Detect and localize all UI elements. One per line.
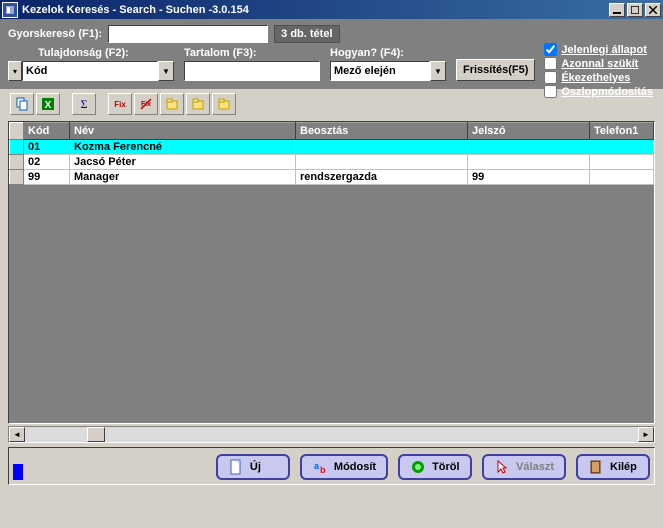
cell[interactable]: Manager [70,170,296,185]
cell[interactable] [468,155,590,170]
table-row[interactable]: 99Managerrendszergazda99 [10,170,654,185]
cell[interactable] [590,170,654,185]
chevron-down-icon[interactable]: ▼ [430,61,446,81]
cell[interactable] [468,140,590,155]
document-icon [228,459,244,475]
scroll-left-icon[interactable]: ◄ [9,427,25,442]
horizontal-scrollbar[interactable]: ◄ ► [8,426,655,443]
edit-icon: ab [312,459,328,475]
header-jelszo[interactable]: Jelszó [468,123,590,140]
cell[interactable]: 99 [24,170,70,185]
minimize-button[interactable] [609,3,625,17]
tulajdonsag-label: Tulajdonság (F2): [38,47,174,59]
delete-icon [410,459,426,475]
header-nev[interactable]: Név [70,123,296,140]
folder3-button[interactable] [212,93,236,115]
unfix-button[interactable]: Fix [134,93,158,115]
cell[interactable]: 99 [468,170,590,185]
tulajdonsag-input[interactable] [22,61,158,81]
chevron-down-icon[interactable]: ▼ [158,61,174,81]
tulajdonsag-combo[interactable]: ▾ ▼ [8,61,174,81]
quicksearch-input[interactable] [108,25,268,43]
svg-text:b: b [320,465,326,475]
combo-prev-icon[interactable]: ▾ [8,61,22,81]
copy-button[interactable] [10,93,34,115]
svg-text:Fix: Fix [114,100,126,109]
oszlop-checkbox[interactable]: Oszlopmódosítás [544,85,653,98]
scroll-track[interactable] [25,427,638,442]
refresh-button[interactable]: Frissítés(F5) [456,59,535,81]
row-header[interactable] [10,140,24,155]
modify-button[interactable]: ab Módosít [300,454,388,480]
window-title: Kezelok Keresés - Search - Suchen -3.0.1… [22,4,249,16]
record-count: 3 db. tétel [274,25,339,43]
cell[interactable]: 01 [24,140,70,155]
table-row[interactable]: 02Jacsó Péter [10,155,654,170]
excel-button[interactable]: X [36,93,60,115]
tartalom-label: Tartalom (F3): [184,47,320,59]
progress-indicator [13,464,23,480]
ekezet-checkbox[interactable]: Ékezethelyes [544,71,653,84]
app-icon [2,2,18,18]
filter-bar: Gyorskeresö (F1): 3 db. tétel Tulajdonsá… [0,19,663,89]
hogyan-label: Hogyan? (F4): [330,47,446,59]
cell[interactable] [590,140,654,155]
cell[interactable]: Kozma Ferencné [70,140,296,155]
scroll-thumb[interactable] [87,427,105,442]
button-bar: Új ab Módosít Töröl Választ Kilép [8,447,655,485]
maximize-button[interactable] [627,3,643,17]
jelenlegi-checkbox[interactable]: Jelenlegi állapot [544,43,653,56]
close-button[interactable] [645,3,661,17]
cell[interactable] [296,155,468,170]
header-beosztas[interactable]: Beosztás [296,123,468,140]
header-telefon1[interactable]: Telefon1 [590,123,654,140]
header-kod[interactable]: Kód [24,123,70,140]
cell[interactable]: Jacsó Péter [70,155,296,170]
row-header[interactable] [10,155,24,170]
svg-text:X: X [45,100,52,111]
row-header[interactable] [10,170,24,185]
folder2-button[interactable] [186,93,210,115]
cursor-icon [494,459,510,475]
svg-text:Σ: Σ [81,97,88,111]
tartalom-input[interactable] [184,61,320,81]
hogyan-input[interactable] [330,61,430,81]
cell[interactable]: 02 [24,155,70,170]
azonnal-checkbox[interactable]: Azonnal szükít [544,57,653,70]
data-grid[interactable]: Kód Név Beosztás Jelszó Telefon1 01Kozma… [8,121,655,424]
exit-button[interactable]: Kilép [576,454,650,480]
quicksearch-label: Gyorskeresö (F1): [8,28,102,40]
new-button[interactable]: Új [216,454,290,480]
exit-icon [588,459,604,475]
delete-button[interactable]: Töröl [398,454,472,480]
cell[interactable] [296,140,468,155]
table-row[interactable]: 01Kozma Ferencné [10,140,654,155]
sum-button[interactable]: Σ [72,93,96,115]
cell[interactable] [590,155,654,170]
cell[interactable]: rendszergazda [296,170,468,185]
title-bar: Kezelok Keresés - Search - Suchen -3.0.1… [0,0,663,19]
scroll-right-icon[interactable]: ► [638,427,654,442]
fix-button[interactable]: Fix [108,93,132,115]
corner-header [10,123,24,140]
select-button[interactable]: Választ [482,454,566,480]
folder1-button[interactable] [160,93,184,115]
options-panel: Jelenlegi állapot Azonnal szükít Ékezeth… [544,43,653,99]
hogyan-combo[interactable]: ▼ [330,61,446,81]
